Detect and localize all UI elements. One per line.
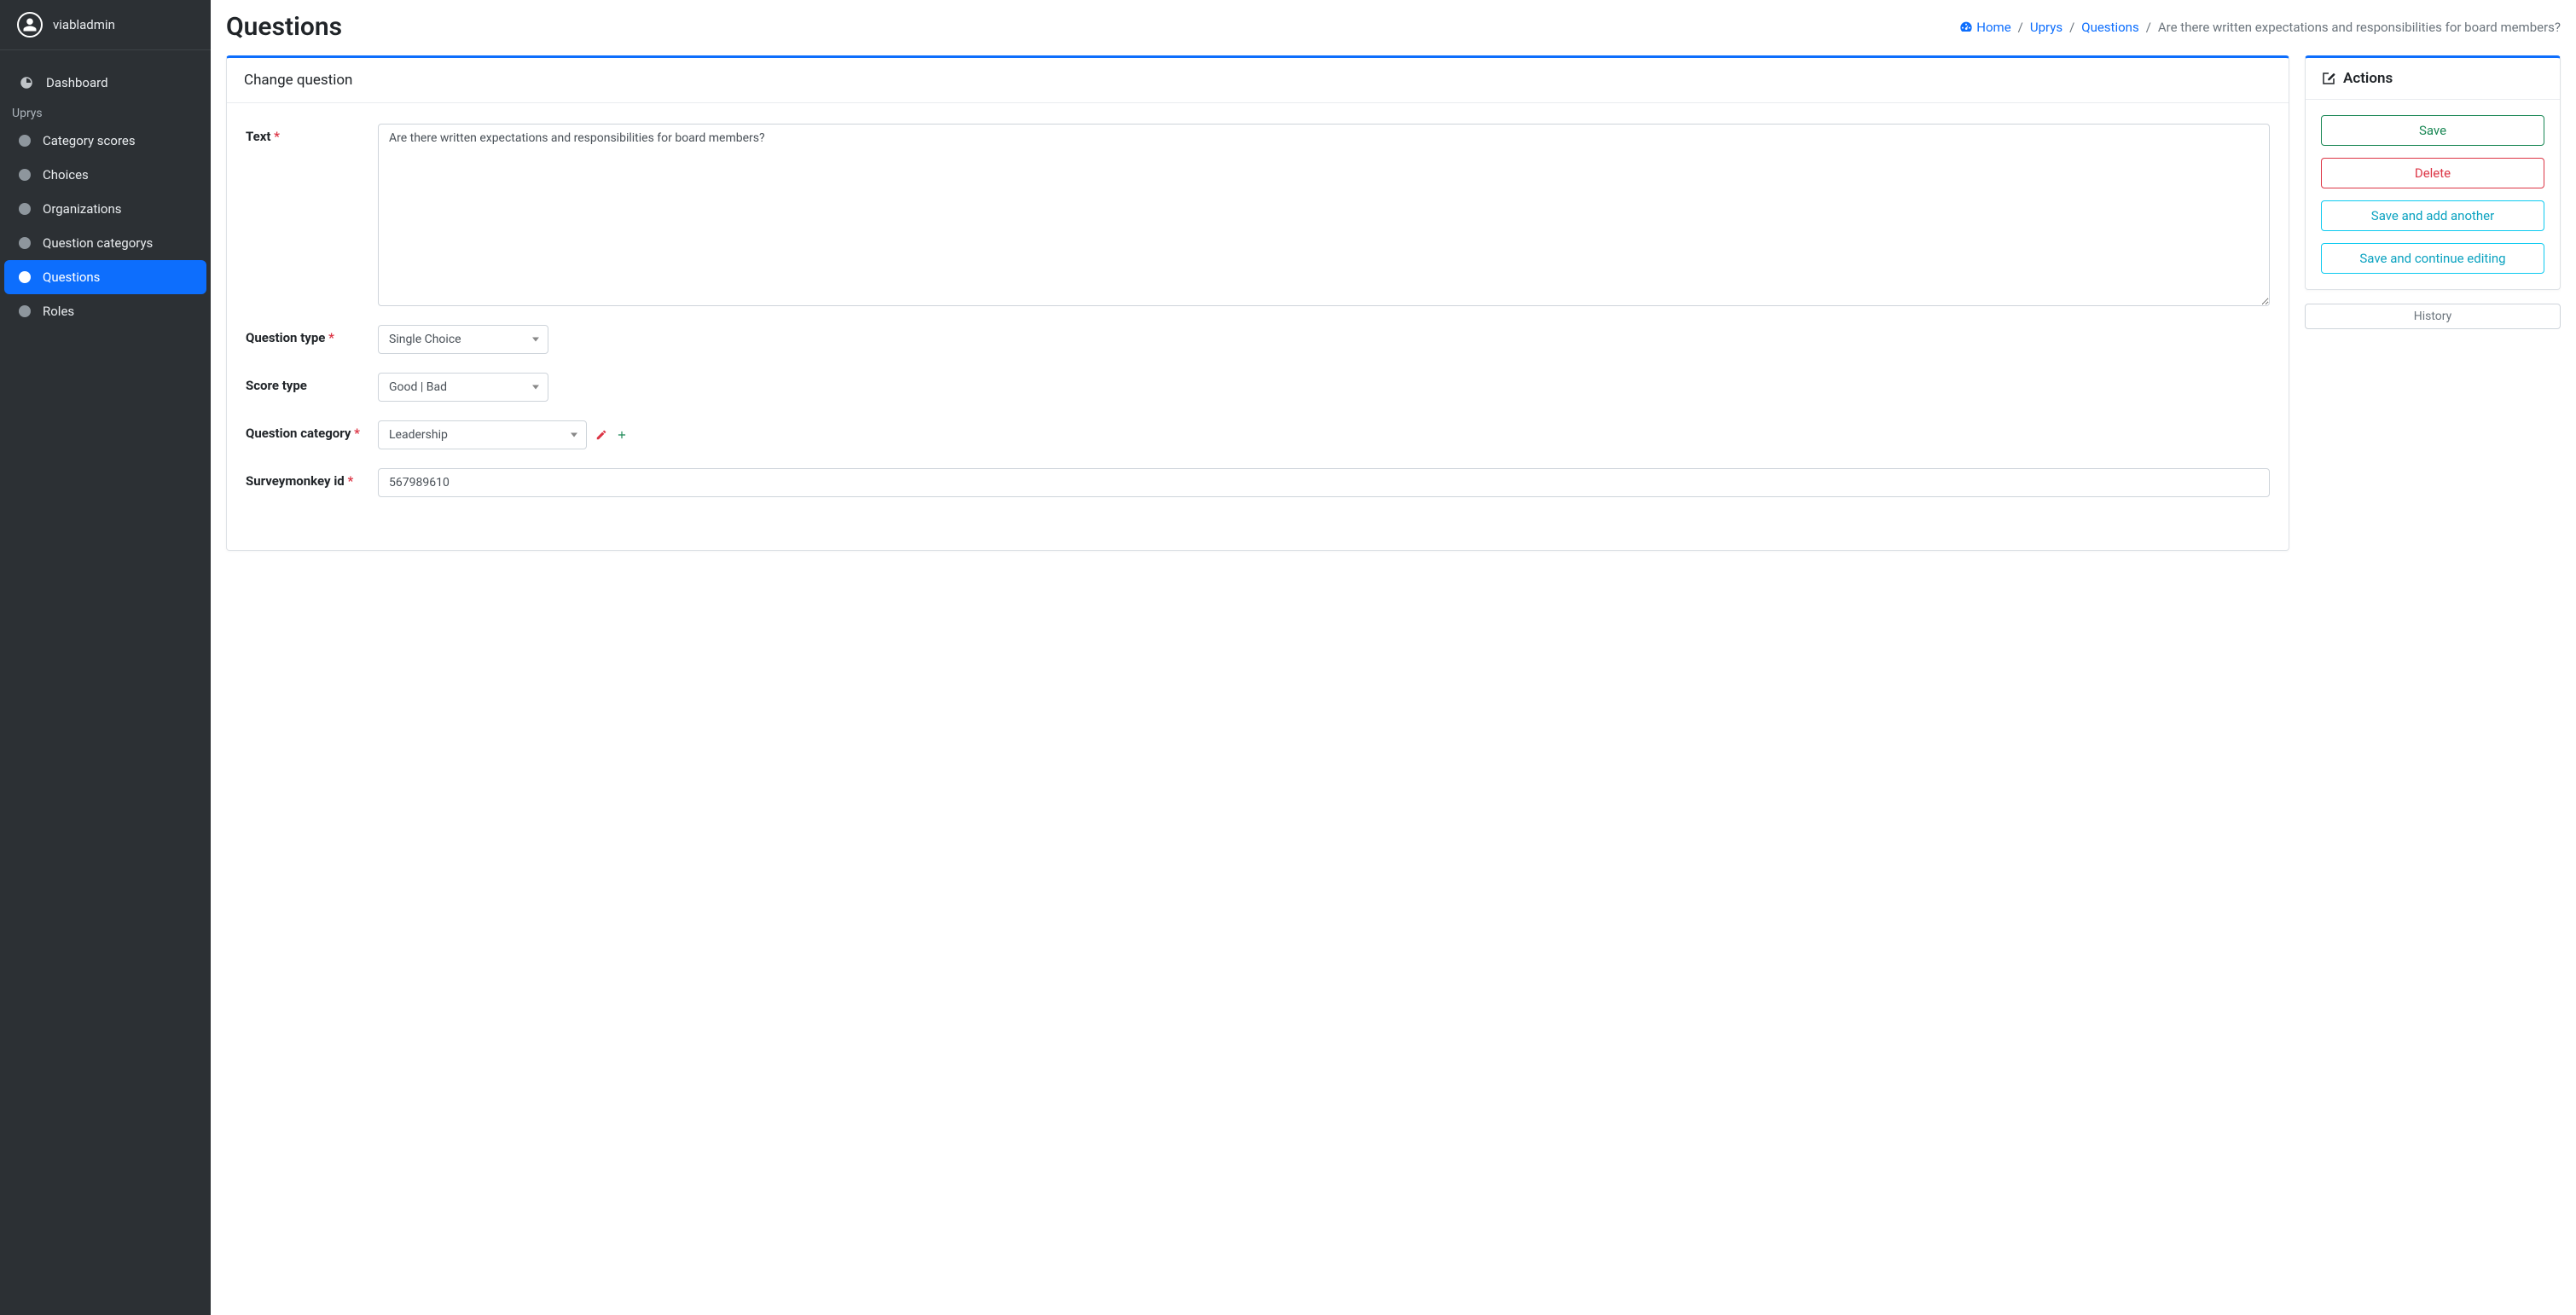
save-continue-button[interactable]: Save and continue editing <box>2321 243 2544 274</box>
sidebar-item-label: Roles <box>43 304 74 319</box>
breadcrumb-current: Are there written expectations and respo… <box>2158 20 2561 35</box>
breadcrumb-home[interactable]: Home <box>1959 20 2010 35</box>
sidebar-item-organizations[interactable]: Organizations <box>0 192 211 226</box>
user-avatar-icon <box>17 12 43 38</box>
field-row-surveymonkey-id: Surveymonkey id * <box>246 468 2270 497</box>
save-button[interactable]: Save <box>2321 115 2544 146</box>
sidebar: viabladmin Dashboard Uprys Category scor… <box>0 0 211 1315</box>
form-card-header: Change question <box>227 58 2289 103</box>
topbar: Questions Home / Uprys / Questions / Are… <box>226 7 2561 55</box>
form-card: Change question Text * Question type * <box>226 55 2289 551</box>
history-button[interactable]: History <box>2305 304 2561 329</box>
breadcrumb-separator: / <box>2018 20 2023 35</box>
page-title: Questions <box>226 12 342 42</box>
sidebar-item-questions[interactable]: Questions <box>4 260 206 294</box>
edit-square-icon <box>2321 71 2336 86</box>
sidebar-item-label: Questions <box>43 269 100 285</box>
bullet-icon <box>19 135 31 147</box>
bullet-icon <box>19 305 31 317</box>
sidebar-item-dashboard[interactable]: Dashboard <box>0 66 211 100</box>
sidebar-user[interactable]: viabladmin <box>0 0 211 50</box>
surveymonkey-id-input[interactable] <box>378 468 2270 497</box>
actions-card: Actions Save Delete Save and add another… <box>2305 55 2561 290</box>
bullet-icon <box>19 237 31 249</box>
sidebar-item-label: Question categorys <box>43 235 153 251</box>
bullet-icon <box>19 169 31 181</box>
required-asterisk: * <box>354 426 360 441</box>
sidebar-item-label: Choices <box>43 167 89 182</box>
field-label-question-type: Question type * <box>246 325 361 345</box>
breadcrumb-separator: / <box>2069 20 2074 35</box>
gauge-icon <box>1959 20 1973 33</box>
required-asterisk: * <box>348 473 354 489</box>
add-related-icon[interactable] <box>616 429 628 441</box>
sidebar-item-label: Organizations <box>43 201 122 217</box>
dashboard-icon <box>19 75 34 90</box>
field-label-score-type: Score type <box>246 373 361 393</box>
sidebar-item-label: Category scores <box>43 133 136 148</box>
sidebar-item-question-categorys[interactable]: Question categorys <box>0 226 211 260</box>
field-row-question-category: Question category * Leadership <box>246 420 2270 449</box>
field-label-text: Text * <box>246 124 361 144</box>
sidebar-item-roles[interactable]: Roles <box>0 294 211 328</box>
breadcrumb: Home / Uprys / Questions / Are there wri… <box>1959 20 2561 35</box>
sidebar-user-name: viabladmin <box>53 17 115 32</box>
field-row-text: Text * <box>246 124 2270 306</box>
breadcrumb-app[interactable]: Uprys <box>2030 20 2063 35</box>
field-row-question-type: Question type * Single Choice <box>246 325 2270 354</box>
edit-related-icon[interactable] <box>595 429 607 441</box>
score-type-select[interactable]: Good | Bad <box>378 373 548 402</box>
sidebar-section-label: Uprys <box>0 100 211 124</box>
bullet-icon <box>19 271 31 283</box>
breadcrumb-model[interactable]: Questions <box>2081 20 2138 35</box>
field-label-surveymonkey-id: Surveymonkey id * <box>246 468 361 489</box>
bullet-icon <box>19 203 31 215</box>
main-content: Questions Home / Uprys / Questions / Are… <box>211 0 2576 1315</box>
text-textarea[interactable] <box>378 124 2270 306</box>
breadcrumb-separator: / <box>2146 20 2151 35</box>
question-category-select[interactable]: Leadership <box>378 420 587 449</box>
required-asterisk: * <box>328 330 334 345</box>
field-label-question-category: Question category * <box>246 420 361 441</box>
sidebar-item-label: Dashboard <box>46 75 108 90</box>
delete-button[interactable]: Delete <box>2321 158 2544 188</box>
question-type-select[interactable]: Single Choice <box>378 325 548 354</box>
sidebar-item-choices[interactable]: Choices <box>0 158 211 192</box>
sidebar-nav: Dashboard Uprys Category scores Choices … <box>0 50 211 328</box>
field-row-score-type: Score type Good | Bad <box>246 373 2270 402</box>
actions-header: Actions <box>2306 58 2560 100</box>
required-asterisk: * <box>274 129 280 144</box>
sidebar-item-category-scores[interactable]: Category scores <box>0 124 211 158</box>
save-add-another-button[interactable]: Save and add another <box>2321 200 2544 231</box>
